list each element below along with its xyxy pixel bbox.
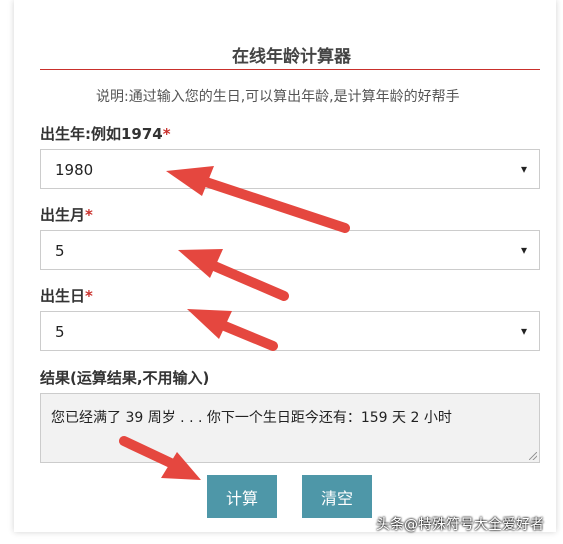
chevron-down-icon: ▾ [520,162,527,176]
month-label-text: 出生月 [40,206,86,224]
day-label: 出生日* [40,285,93,306]
result-label: 结果(运算结果,不用输入) [40,369,210,387]
page-title: 在线年龄计算器 [232,47,351,67]
month-required-mark: * [85,206,93,224]
year-select[interactable]: 1980 ▾ [40,149,540,189]
month-select[interactable]: 5 ▾ [40,230,540,270]
day-required-mark: * [85,287,93,305]
calculate-button[interactable]: 计算 [207,475,277,518]
chevron-down-icon: ▾ [520,324,527,338]
result-text: 您已经满了 39 周岁 . . . 你下一个生日距今还有：159 天 2 小时 [51,410,452,426]
year-label: 出生年:例如1974* [40,123,171,144]
resize-handle-icon[interactable] [529,452,537,460]
watermark: 头条@特殊符号大全爱好者 [376,517,544,533]
chevron-down-icon: ▾ [520,243,527,257]
title-divider [40,69,540,70]
month-select-value: 5 [55,242,65,260]
day-select-value: 5 [55,323,65,341]
day-select[interactable]: 5 ▾ [40,311,540,351]
description-text: 说明:通过输入您的生日,可以算出年龄,是计算年龄的好帮手 [96,89,460,105]
clear-button[interactable]: 清空 [302,475,372,518]
year-select-value: 1980 [55,161,94,179]
year-label-text: 出生年:例如1974 [40,125,163,143]
day-label-text: 出生日 [40,287,86,305]
month-label: 出生月* [40,204,93,225]
result-textarea[interactable]: 您已经满了 39 周岁 . . . 你下一个生日距今还有：159 天 2 小时 [40,393,540,463]
year-required-mark: * [162,125,171,143]
